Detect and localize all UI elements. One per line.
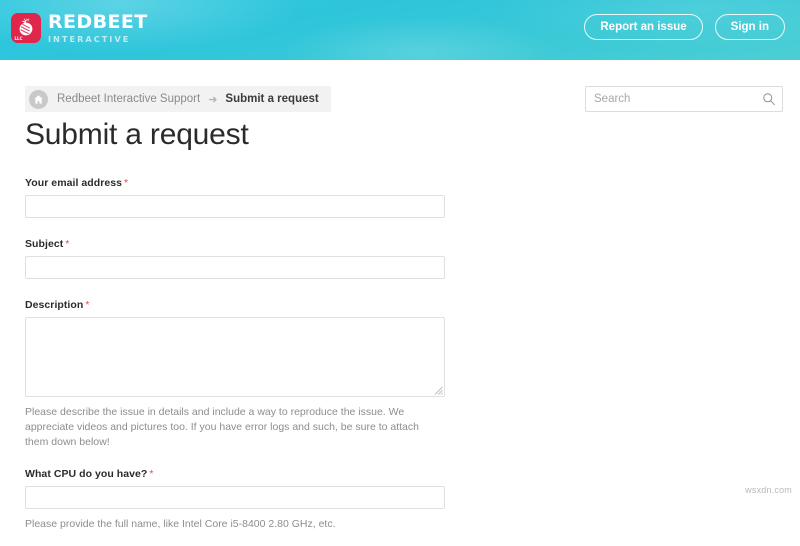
field-label-text: Subject xyxy=(25,238,63,250)
cpu-hint: Please provide the full name, like Intel… xyxy=(25,517,443,532)
breadcrumb-item-support[interactable]: Redbeet Interactive Support xyxy=(57,93,200,105)
breadcrumb: Redbeet Interactive Support ➜ Submit a r… xyxy=(25,86,331,112)
field-label-text: Your email address xyxy=(25,177,122,189)
field-email: Your email address* xyxy=(25,177,800,218)
header-inner: LLC REDBEET INTERACTIVE Report an issue … xyxy=(0,0,800,60)
beet-icon: LLC xyxy=(11,13,41,43)
description-wrapper xyxy=(25,317,445,397)
header-actions: Report an issue Sign in xyxy=(584,14,785,40)
required-asterisk: * xyxy=(65,238,69,250)
required-asterisk: * xyxy=(149,468,153,480)
breadcrumb-item-current: Submit a request xyxy=(225,93,318,105)
subject-field[interactable] xyxy=(25,256,445,279)
email-field[interactable] xyxy=(25,195,445,218)
field-label-text: What CPU do you have? xyxy=(25,468,147,480)
watermark: wsxdn.com xyxy=(745,485,792,495)
logo-text: REDBEET INTERACTIVE xyxy=(48,13,148,43)
description-field[interactable] xyxy=(25,317,445,397)
site-logo[interactable]: LLC REDBEET INTERACTIVE xyxy=(11,13,148,43)
required-asterisk: * xyxy=(124,177,128,189)
search-input[interactable] xyxy=(586,87,756,111)
home-icon[interactable] xyxy=(29,90,48,109)
logo-title: REDBEET xyxy=(48,13,148,32)
field-subject: Subject* xyxy=(25,238,800,279)
cpu-field[interactable] xyxy=(25,486,445,509)
sign-in-button[interactable]: Sign in xyxy=(715,14,785,40)
report-an-issue-button[interactable]: Report an issue xyxy=(584,14,702,40)
main-content: Submit a request Your email address* Sub… xyxy=(0,120,800,546)
svg-text:LLC: LLC xyxy=(15,36,23,41)
search-box[interactable] xyxy=(585,86,783,112)
submit-request-form: Your email address* Subject* Description… xyxy=(0,177,800,532)
required-asterisk: * xyxy=(85,299,89,311)
search-icon[interactable] xyxy=(756,87,782,111)
field-label-subject: Subject* xyxy=(25,238,800,250)
description-hint: Please describe the issue in details and… xyxy=(25,405,443,450)
field-label-cpu: What CPU do you have?* xyxy=(25,468,800,480)
site-header: LLC REDBEET INTERACTIVE Report an issue … xyxy=(0,0,800,60)
page-title: Submit a request xyxy=(0,120,800,150)
breadcrumb-separator-icon: ➜ xyxy=(208,93,217,106)
field-label-text: Description xyxy=(25,299,83,311)
field-label-description: Description* xyxy=(25,299,800,311)
logo-subtitle: INTERACTIVE xyxy=(48,35,148,43)
field-label-email: Your email address* xyxy=(25,177,800,189)
field-cpu: What CPU do you have?* Please provide th… xyxy=(25,468,800,532)
field-description: Description* Please describe the issue i… xyxy=(25,299,800,450)
